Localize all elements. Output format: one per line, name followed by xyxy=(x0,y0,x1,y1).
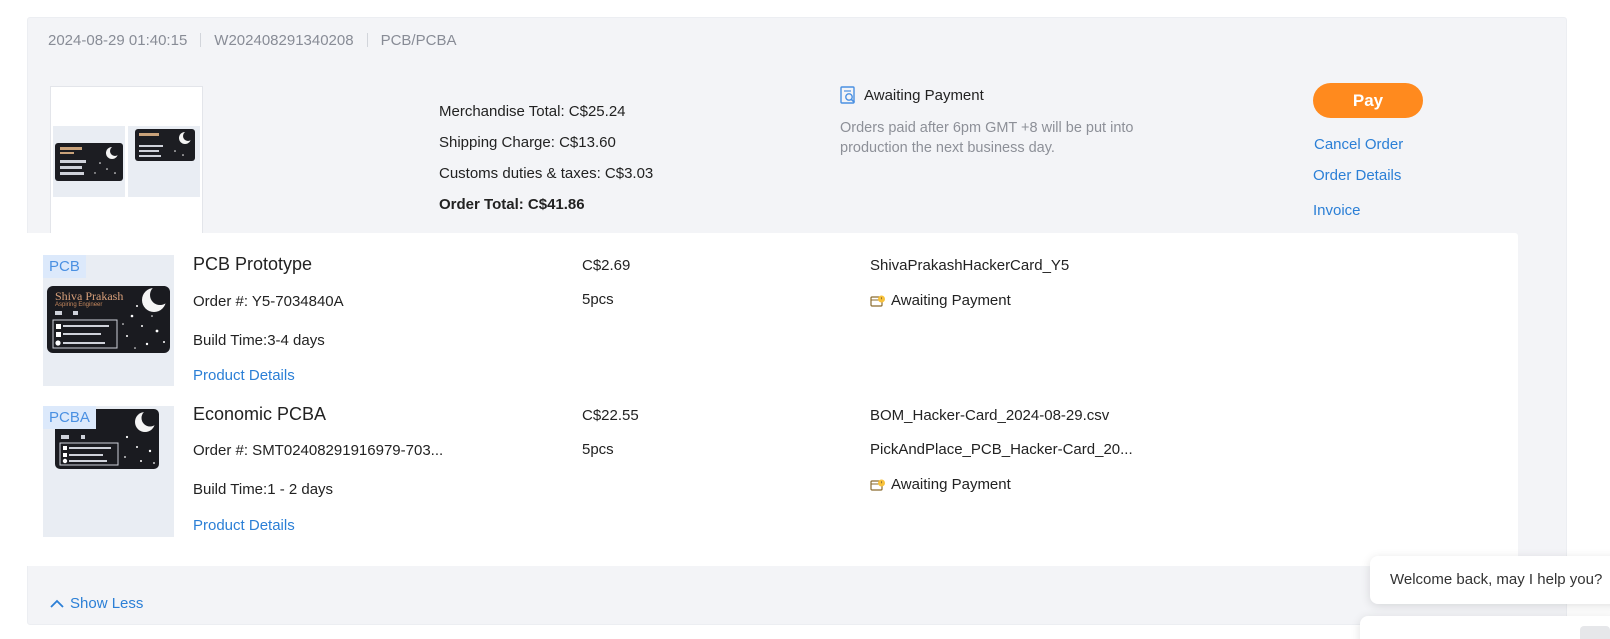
shipping-charge: Shipping Charge: C$13.60 xyxy=(439,134,616,151)
item-image[interactable]: PCBA xyxy=(43,406,174,537)
status-row: Awaiting Payment xyxy=(840,85,1140,105)
customs-duties: Customs duties & taxes: C$3.03 xyxy=(439,165,654,182)
item-image[interactable]: Shiva Prakash Aspiring Engineer PCB xyxy=(43,255,174,386)
order-item: PCBA Economic PCBA Order #: SMT024082919… xyxy=(21,383,1518,537)
item-price: C$22.55 xyxy=(582,407,639,424)
pcb-preview-image xyxy=(55,143,123,181)
item-price: C$2.69 xyxy=(582,257,631,274)
item-status: Awaiting Payment xyxy=(870,476,1011,493)
order-datetime: 2024-08-29 01:40:15 xyxy=(48,31,188,49)
item-status-label: Awaiting Payment xyxy=(891,476,1011,493)
item-name: PCB Prototype xyxy=(193,254,313,274)
product-details-link[interactable]: Product Details xyxy=(193,517,295,534)
show-less-label: Show Less xyxy=(70,595,144,612)
item-quantity: 5pcs xyxy=(582,441,614,458)
order-items: Shiva Prakash Aspiring Engineer PCB PCB … xyxy=(21,233,1518,566)
product-details-link[interactable]: Product Details xyxy=(193,367,295,384)
item-type-tag: PCBA xyxy=(43,406,96,429)
chat-input[interactable] xyxy=(1360,616,1610,639)
item-status-label: Awaiting Payment xyxy=(891,292,1011,309)
merchandise-total: Merchandise Total: C$25.24 xyxy=(439,103,626,120)
item-file-link[interactable]: ShivaPrakashHackerCard_Y5 xyxy=(870,257,1069,274)
pcb-card-preview: Shiva Prakash Aspiring Engineer xyxy=(47,286,170,353)
order-category: PCB/PCBA xyxy=(380,31,457,49)
item-status: Awaiting Payment xyxy=(870,292,1011,309)
order-totals: Merchandise Total: C$25.24 Shipping Char… xyxy=(439,103,653,227)
wallet-clock-icon xyxy=(870,478,886,492)
item-quantity: 5pcs xyxy=(582,291,614,308)
chat-welcome-text: Welcome back, may I help you? xyxy=(1390,571,1603,588)
bom-file-link[interactable]: BOM_Hacker-Card_2024-08-29.csv xyxy=(870,407,1109,424)
item-build-time: Build Time:3-4 days xyxy=(193,332,325,349)
item-name: Economic PCBA xyxy=(193,404,327,424)
magnifier-document-icon xyxy=(840,85,857,105)
pcb-art xyxy=(60,146,120,175)
invoice-link[interactable]: Invoice xyxy=(1313,202,1361,219)
show-less-toggle[interactable]: Show Less xyxy=(50,595,143,612)
item-build-time: Build Time:1 - 2 days xyxy=(193,481,334,498)
order-status: Awaiting Payment Orders paid after 6pm G… xyxy=(840,85,1140,158)
divider xyxy=(366,33,368,47)
order-total: Order Total: C$41.86 xyxy=(439,196,585,213)
pcb-card-art xyxy=(52,286,170,349)
order-details-link[interactable]: Order Details xyxy=(1313,167,1401,184)
wallet-clock-icon xyxy=(870,294,886,308)
item-order-number: Order #: SMT02408291916979-703... xyxy=(193,442,444,459)
chevron-up-icon xyxy=(50,599,64,608)
order-item: Shiva Prakash Aspiring Engineer PCB PCB … xyxy=(21,233,1518,386)
cancel-order-link[interactable]: Cancel Order xyxy=(1314,136,1403,153)
production-note: Orders paid after 6pm GMT +8 will be put… xyxy=(840,120,1134,156)
order-actions: Pay Cancel Order Order Details Invoice xyxy=(1313,83,1423,219)
order-number: W202408291340208 xyxy=(214,31,354,49)
item-type-tag: PCB xyxy=(43,255,86,278)
item-order-number: Order #: Y5-7034840A xyxy=(193,293,344,310)
send-icon[interactable] xyxy=(1580,626,1610,639)
order-thumbnail[interactable] xyxy=(50,86,203,239)
pcba-art xyxy=(139,131,193,157)
pay-button[interactable]: Pay xyxy=(1313,83,1423,118)
status-label: Awaiting Payment xyxy=(864,86,984,104)
pick-and-place-file-link[interactable]: PickAndPlace_PCB_Hacker-Card_20... xyxy=(870,441,1133,458)
chat-welcome-bubble[interactable]: Welcome back, may I help you? xyxy=(1370,556,1610,604)
divider xyxy=(200,33,202,47)
pcba-preview-image xyxy=(135,129,195,161)
order-header: 2024-08-29 01:40:15 W202408291340208 PCB… xyxy=(28,18,1566,62)
